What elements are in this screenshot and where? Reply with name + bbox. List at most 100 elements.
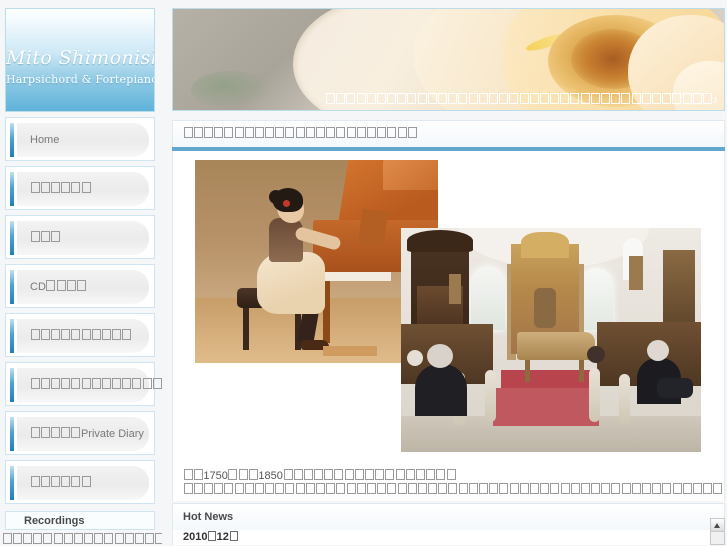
site-logo[interactable]: Mito Shimonishi Harpsichord & Fortepiano (5, 8, 155, 112)
photo-part (243, 308, 249, 350)
tofu-glyph (203, 483, 213, 494)
photo-part (427, 344, 453, 368)
tofu-glyph (46, 280, 56, 291)
sidebar-item-profile[interactable] (5, 166, 155, 210)
photo-part (471, 266, 505, 330)
tofu-glyph (135, 533, 145, 544)
tofu-glyph (91, 378, 101, 389)
tofu-glyph (631, 483, 641, 494)
tofu-glyph (529, 483, 539, 494)
tofu-glyph (30, 182, 40, 193)
tofu-glyph (489, 483, 499, 494)
tofu-glyph (407, 93, 417, 104)
tofu-glyph (601, 93, 611, 104)
photo-part (283, 200, 290, 207)
tofu-glyph (43, 533, 53, 544)
tofu-glyph (336, 127, 346, 138)
sidebar-menu: Home CD Private Diary (5, 117, 162, 509)
sidebar-item-instruments[interactable] (5, 362, 162, 406)
tofu-glyph (346, 127, 356, 138)
tofu-glyph (183, 483, 193, 494)
sidebar-item-links[interactable] (5, 460, 155, 504)
tofu-glyph (71, 329, 81, 340)
tofu-glyph (2, 533, 12, 544)
tofu-glyph (499, 93, 509, 104)
tofu-glyph (112, 329, 122, 340)
sidebar-item-concerts[interactable] (5, 215, 155, 259)
tofu-glyph (295, 483, 305, 494)
tofu-glyph (407, 483, 417, 494)
tofu-glyph (519, 483, 529, 494)
tofu-glyph (479, 483, 489, 494)
main-section-header (172, 120, 725, 151)
tofu-glyph (61, 476, 71, 487)
tofu-glyph (30, 476, 40, 487)
tofu-glyph (283, 469, 293, 480)
tofu-glyph (229, 531, 238, 541)
tofu-glyph (40, 378, 50, 389)
sidebar-item-label: CD (30, 265, 87, 309)
tofu-glyph (12, 533, 22, 544)
tofu-glyph (334, 469, 344, 480)
tofu-glyph (326, 127, 336, 138)
accent-bar-icon (10, 270, 14, 304)
tofu-glyph (438, 93, 448, 104)
tofu-glyph (365, 469, 374, 480)
tofu-glyph (385, 469, 395, 480)
banner-petal (191, 71, 271, 109)
caption-year-1: 1750 (203, 470, 228, 482)
news-scrollbar[interactable] (710, 518, 725, 545)
tofu-glyph (662, 93, 672, 104)
tofu-glyph (366, 483, 376, 494)
tofu-glyph (570, 93, 580, 104)
tofu-glyph (30, 427, 40, 438)
photo-part (534, 288, 556, 328)
sidebar-item-label (30, 216, 61, 260)
tofu-glyph (81, 476, 91, 487)
sidebar-item-home[interactable]: Home (5, 117, 155, 161)
sidebar-item-label (30, 363, 162, 407)
main-panel: 1750 1850 (172, 151, 725, 501)
accent-bar-icon (10, 123, 14, 157)
arrow-glyph (714, 523, 720, 528)
tofu-glyph (112, 378, 122, 389)
photo-part (323, 346, 377, 356)
banner-overlay-text: ♪ (325, 93, 718, 106)
tofu-glyph (40, 427, 50, 438)
tofu-glyph (560, 93, 570, 104)
photo-part (521, 232, 569, 258)
tofu-glyph (621, 93, 631, 104)
recordings-text (2, 533, 162, 546)
tofu-glyph (692, 93, 702, 104)
tofu-glyph (344, 469, 354, 480)
tofu-glyph (94, 533, 104, 544)
sidebar-item-lessons[interactable] (5, 313, 155, 357)
tofu-glyph (651, 93, 661, 104)
sidebar-item-private-diary[interactable]: Private Diary (5, 411, 155, 455)
logo-subtitle: Harpsichord & Fortepiano (6, 73, 155, 86)
tofu-glyph (387, 483, 397, 494)
content-area: ♪ 1750 1850 Hot News 2010 12 (170, 0, 727, 545)
tofu-glyph (366, 93, 376, 104)
tofu-glyph (101, 329, 111, 340)
scroll-up-arrow-icon[interactable] (711, 519, 724, 532)
sidebar-item-cd[interactable]: CD (5, 264, 155, 308)
header-banner-image: ♪ (172, 8, 725, 111)
tofu-glyph (723, 483, 724, 494)
tofu-glyph (40, 182, 50, 193)
tofu-glyph (316, 483, 326, 494)
photo-part (493, 388, 599, 426)
tofu-glyph (397, 127, 407, 138)
tofu-glyph (682, 93, 692, 104)
accent-bar-icon (10, 368, 14, 402)
tofu-glyph (336, 483, 346, 494)
photo-part (579, 268, 613, 330)
logo-title: Mito Shimonishi (6, 47, 155, 69)
tofu-glyph (415, 469, 425, 480)
tofu-glyph (641, 93, 651, 104)
tofu-glyph (478, 93, 488, 104)
caption-tofu (183, 469, 203, 482)
page-root: Mito Shimonishi Harpsichord & Fortepiano… (0, 0, 727, 545)
photo-part (449, 274, 461, 304)
tofu-glyph (30, 329, 40, 340)
